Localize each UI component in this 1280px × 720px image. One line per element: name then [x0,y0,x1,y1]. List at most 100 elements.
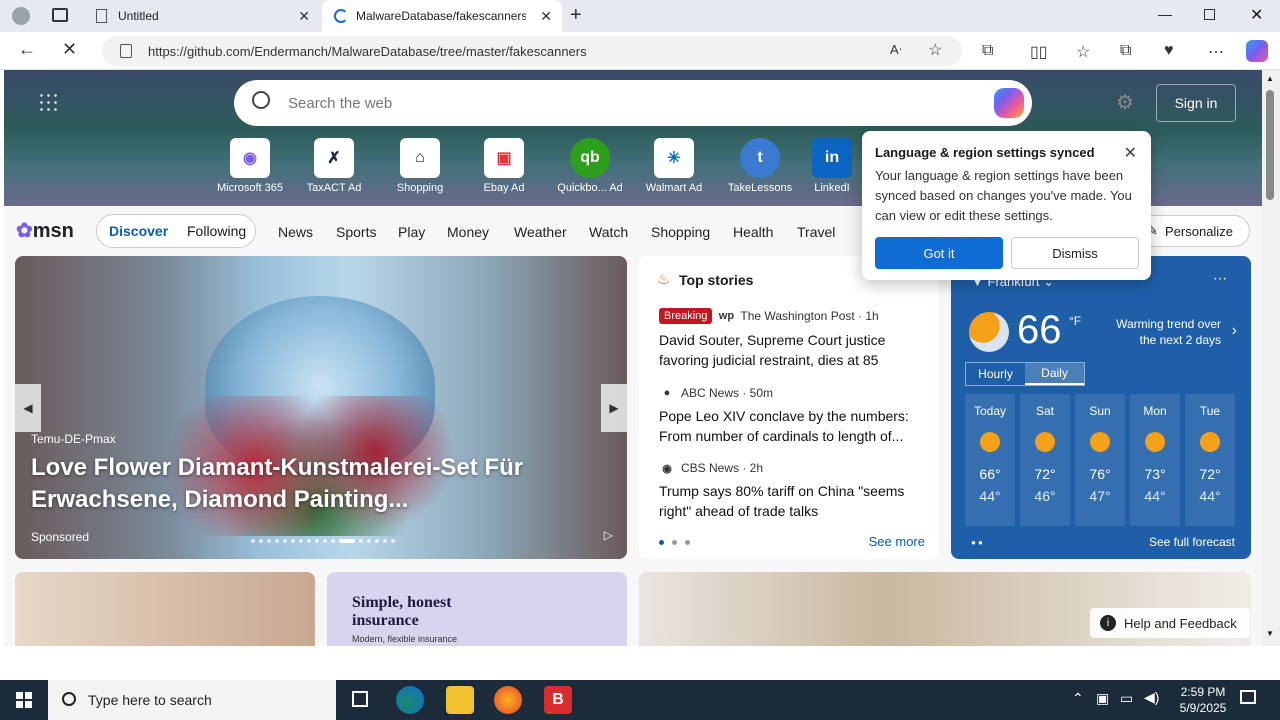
collections-icon[interactable]: ⧉ [1120,42,1131,60]
bandicam-icon[interactable]: B [544,686,572,714]
tab-daily[interactable]: Daily [1025,363,1084,385]
quicklink-takelessons[interactable]: t TakeLessons [718,138,802,194]
site-info-icon[interactable] [120,44,132,58]
page-scrollbar[interactable]: ▲ ▼ [1262,70,1280,646]
minimize-icon[interactable]: — [1158,6,1172,22]
sponsored-carousel[interactable]: ◀ ▶ Temu-DE-Pmax Love Flower Diamant-Kun… [15,256,627,559]
stories-pagination[interactable] [659,540,690,545]
nav-shopping[interactable]: Shopping [651,224,710,240]
scrollbar-thumb[interactable] [1266,90,1274,200]
temperature-unit[interactable]: °F [1069,314,1081,328]
tab-discover[interactable]: Discover [109,223,168,239]
see-more-link[interactable]: See more [869,534,925,549]
see-full-forecast-link[interactable]: See full forecast [1149,535,1235,549]
quicklink-microsoft365[interactable]: ◉ Microsoft 365 [208,138,292,194]
msn-logo[interactable]: ✿msn [16,218,74,243]
copilot-icon[interactable] [994,88,1024,118]
notifications-icon[interactable] [1240,690,1256,704]
volume-icon[interactable]: ◀) [1144,689,1159,706]
quicklink-walmart[interactable]: ✳ Walmart Ad [632,138,716,194]
task-view-icon[interactable] [352,691,368,707]
windows-start-icon[interactable] [16,692,32,708]
close-window-icon[interactable]: ✕ [1250,5,1263,25]
tab-hourly[interactable]: Hourly [966,363,1025,385]
quicklink-quickbooks[interactable]: qb Quickbo... Ad [548,138,632,194]
close-icon[interactable]: ✕ [540,8,552,25]
profile-icon[interactable] [12,7,30,25]
quicklink-linkedin[interactable]: in LinkedI [802,138,862,194]
story-item[interactable]: ◉ CBS News · 2h Trump says 80% tariff on … [659,461,923,521]
tray-device-icon[interactable]: ▣ [1096,690,1109,707]
scroll-up-icon[interactable]: ▲ [1266,74,1274,83]
tab-actions-icon[interactable] [52,8,68,22]
nav-play[interactable]: Play [398,224,425,240]
nav-weather[interactable]: Weather [514,224,567,240]
search-input[interactable]: Search the web [234,80,1032,126]
forecast-day[interactable]: Mon 73° 44° [1130,394,1180,526]
nav-travel[interactable]: Travel [797,224,835,240]
weather-pagination[interactable]: ● ● [971,538,983,547]
settings-gear-icon[interactable]: ⚙ [1116,90,1134,115]
firefox-icon[interactable] [494,686,522,714]
stop-icon[interactable]: ✕ [62,39,77,60]
carousel-next-button[interactable]: ▶ [601,384,627,432]
back-icon[interactable]: ← [18,39,36,60]
new-tab-icon[interactable]: + [570,4,582,27]
scroll-down-icon[interactable]: ▼ [1266,629,1274,638]
forecast-day[interactable]: Sat 72° 46° [1020,394,1070,526]
personalize-button[interactable]: ✎ Personalize [1136,215,1250,247]
split-screen-icon[interactable]: ▯▯ [1030,42,1048,62]
copilot-icon[interactable] [1246,40,1268,62]
weather-card[interactable]: ▼ Frankfurt ⌄ ⋯ 66 °F Warming trend over… [951,256,1251,559]
favorite-icon[interactable]: ☆ [928,40,942,60]
got-it-button[interactable]: Got it [875,237,1003,269]
tab-github[interactable]: MalwareDatabase/fakescanners a ✕ [322,0,562,32]
read-aloud-icon[interactable]: Aᐧ [890,42,902,58]
story-headline[interactable]: David Souter, Supreme Court justice favo… [659,330,923,370]
insurance-ad-card[interactable]: Simple, honest insurance Modern, flexibl… [327,572,627,646]
forecast-day[interactable]: Today 66° 44° [965,394,1015,526]
nav-sports[interactable]: Sports [336,224,376,240]
network-icon[interactable]: ▭ [1120,690,1133,707]
close-icon[interactable]: ✕ [298,8,310,25]
story-item[interactable]: ● ABC News · 50m Pope Leo XIV conclave by… [659,386,923,446]
forecast-day[interactable]: Tue 72° 44° [1185,394,1235,526]
tray-chevron-icon[interactable]: ⌃ [1072,690,1084,707]
apps-grid-icon[interactable] [38,92,58,112]
tab-following[interactable]: Following [187,223,246,239]
restore-icon[interactable] [1204,9,1215,20]
news-card-image[interactable] [15,572,315,646]
edge-icon[interactable] [396,686,424,714]
ad-choices-icon[interactable]: ▷ [604,528,613,542]
quicklink-ebay[interactable]: ▣ Ebay Ad [462,138,546,194]
nav-watch[interactable]: Watch [589,224,628,240]
browser-essentials-icon[interactable]: ♥ [1164,42,1174,60]
taskbar-search-input[interactable]: Type here to search [48,680,336,720]
story-item[interactable]: Breaking wp The Washington Post · 1h David… [659,308,923,370]
carousel-prev-button[interactable]: ◀ [15,384,41,432]
tab-untitled[interactable]: Untitled ✕ [84,0,320,32]
carousel-dots[interactable] [251,539,395,543]
extensions-icon[interactable]: ⧉ [982,42,993,60]
quicklink-shopping[interactable]: ⌂ Shopping [378,138,462,194]
taskbar-clock[interactable]: 2:59 PM 5/9/2025 [1172,684,1234,716]
chevron-right-icon[interactable]: › [1232,322,1237,340]
more-options-icon[interactable]: ⋯ [1213,270,1227,287]
nav-money[interactable]: Money [447,224,489,240]
forecast-day[interactable]: Sun 76° 47° [1075,394,1125,526]
close-icon[interactable]: ✕ [1124,143,1137,163]
nav-news[interactable]: News [278,224,313,240]
help-feedback-button[interactable]: i Help and Feedback [1090,608,1250,638]
sign-in-button[interactable]: Sign in [1156,84,1236,122]
weather-trend[interactable]: Warming trend over the next 2 days [1101,316,1221,348]
story-headline[interactable]: Pope Leo XIV conclave by the numbers: Fr… [659,406,923,446]
story-headline[interactable]: Trump says 80% tariff on China "seems ri… [659,481,923,521]
nav-health[interactable]: Health [733,224,773,240]
file-explorer-icon[interactable] [446,686,474,714]
dismiss-button[interactable]: Dismiss [1011,237,1139,269]
more-menu-icon[interactable]: ⋯ [1208,42,1224,62]
carousel-title[interactable]: Love Flower Diamant-Kunstmalerei-Set Für… [31,452,591,516]
favorites-icon[interactable]: ☆ [1076,42,1090,62]
address-bar[interactable]: https://github.com/Endermanch/MalwareDat… [102,36,962,66]
quicklink-taxact[interactable]: ✗ TaxACT Ad [292,138,376,194]
